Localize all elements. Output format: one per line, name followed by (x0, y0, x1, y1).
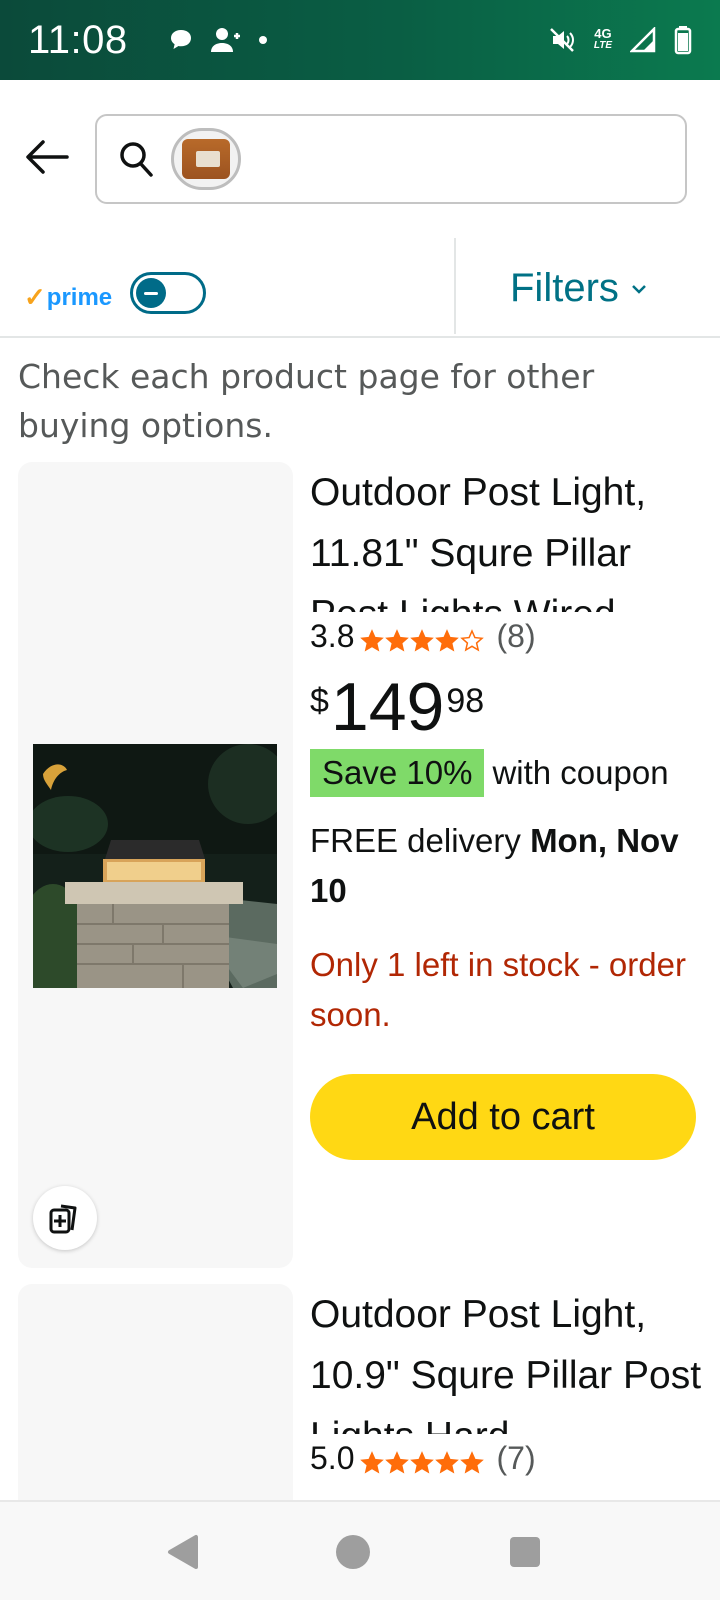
chat-notification-icon (168, 27, 194, 53)
rating-value: 5.0 (310, 1439, 355, 1476)
nav-back-button[interactable] (163, 1532, 203, 1572)
star-icon (360, 629, 385, 652)
star-icon (385, 629, 410, 652)
star-rating-icon (360, 1451, 485, 1475)
price-symbol: $ (310, 682, 329, 720)
price: $ 149 98 (310, 669, 710, 745)
system-nav-bar (0, 1500, 720, 1600)
mute-icon (548, 26, 576, 54)
chevron-down-icon (632, 284, 646, 294)
star-icon (460, 629, 485, 652)
buying-options-notice: Check each product page for other buying… (18, 357, 595, 445)
rating-value: 3.8 (310, 617, 355, 654)
circle-home-icon (336, 1535, 370, 1569)
add-contact-icon (210, 26, 242, 54)
star-icon (360, 1451, 385, 1474)
prime-logo: ✓ prime (24, 282, 113, 312)
signal-icon (630, 27, 656, 53)
compare-cards-icon (49, 1204, 77, 1234)
square-recents-icon (510, 1537, 540, 1567)
prime-toggle[interactable] (130, 272, 206, 314)
star-icon (460, 1451, 485, 1474)
star-rating-icon (360, 629, 485, 653)
lte-icon: 4G LTE (593, 26, 612, 51)
price-fraction: 98 (446, 682, 485, 720)
search-icon (119, 140, 155, 182)
filters-button[interactable]: Filters (510, 266, 647, 311)
nav-home-button[interactable] (333, 1532, 373, 1572)
back-button[interactable] (22, 132, 72, 182)
triangle-back-icon (168, 1535, 198, 1569)
delivery-prefix: FREE delivery (310, 822, 521, 859)
status-bar: 11:08 4G LTE (0, 0, 720, 80)
star-icon (435, 629, 460, 652)
product-card[interactable]: Outdoor Post Light, 10.9" Squre Pillar P… (0, 1284, 720, 1504)
system-icons: 4G LTE (548, 25, 692, 55)
divider (454, 238, 456, 334)
coupon-badge: Save 10% (310, 749, 485, 797)
star-icon (435, 1451, 460, 1474)
status-time: 11:08 (28, 17, 128, 62)
product-title[interactable]: Outdoor Post Light, 10.9" Squre Pillar P… (310, 1284, 710, 1434)
add-to-cart-button[interactable]: Add to cart (310, 1074, 696, 1160)
rating-row[interactable]: 5.0 (7) (310, 1434, 710, 1482)
toggle-knob (136, 278, 166, 308)
prime-check-icon: ✓ (24, 282, 46, 312)
star-icon (410, 1451, 435, 1474)
product-image[interactable] (33, 744, 277, 988)
product-details: Outdoor Post Light, 10.9" Squre Pillar P… (310, 1284, 710, 1482)
battery-icon (674, 25, 692, 55)
review-count: (8) (496, 617, 536, 654)
notification-icons (168, 26, 268, 54)
filter-bar: ✓ prime Filters (0, 238, 720, 338)
back-arrow-icon (26, 140, 69, 174)
search-header (0, 80, 720, 238)
price-whole: 149 (330, 669, 445, 745)
compare-button[interactable] (33, 1186, 97, 1250)
coupon-suffix: with coupon (492, 754, 669, 791)
coupon: Save 10% with coupon (310, 748, 710, 798)
delivery-info: FREE delivery Mon, Nov 10 (310, 816, 710, 916)
nav-recents-button[interactable] (505, 1532, 545, 1572)
star-icon (410, 629, 435, 652)
product-card[interactable]: Outdoor Post Light, 11.81" Squre Pillar … (0, 462, 720, 1268)
product-image-panel[interactable] (18, 462, 293, 1268)
rating-row[interactable]: 3.8 (8) (310, 612, 710, 660)
dot-icon (258, 35, 268, 45)
search-input[interactable] (95, 114, 687, 204)
review-count: (7) (496, 1439, 536, 1476)
product-title[interactable]: Outdoor Post Light, 11.81" Squre Pillar … (310, 462, 710, 612)
stock-warning: Only 1 left in stock - order soon. (310, 946, 686, 1033)
search-image-thumbnail (182, 139, 230, 179)
star-icon (385, 1451, 410, 1474)
search-image-chip[interactable] (171, 128, 241, 190)
product-details: Outdoor Post Light, 11.81" Squre Pillar … (310, 462, 710, 1160)
product-image-panel[interactable] (18, 1284, 293, 1504)
